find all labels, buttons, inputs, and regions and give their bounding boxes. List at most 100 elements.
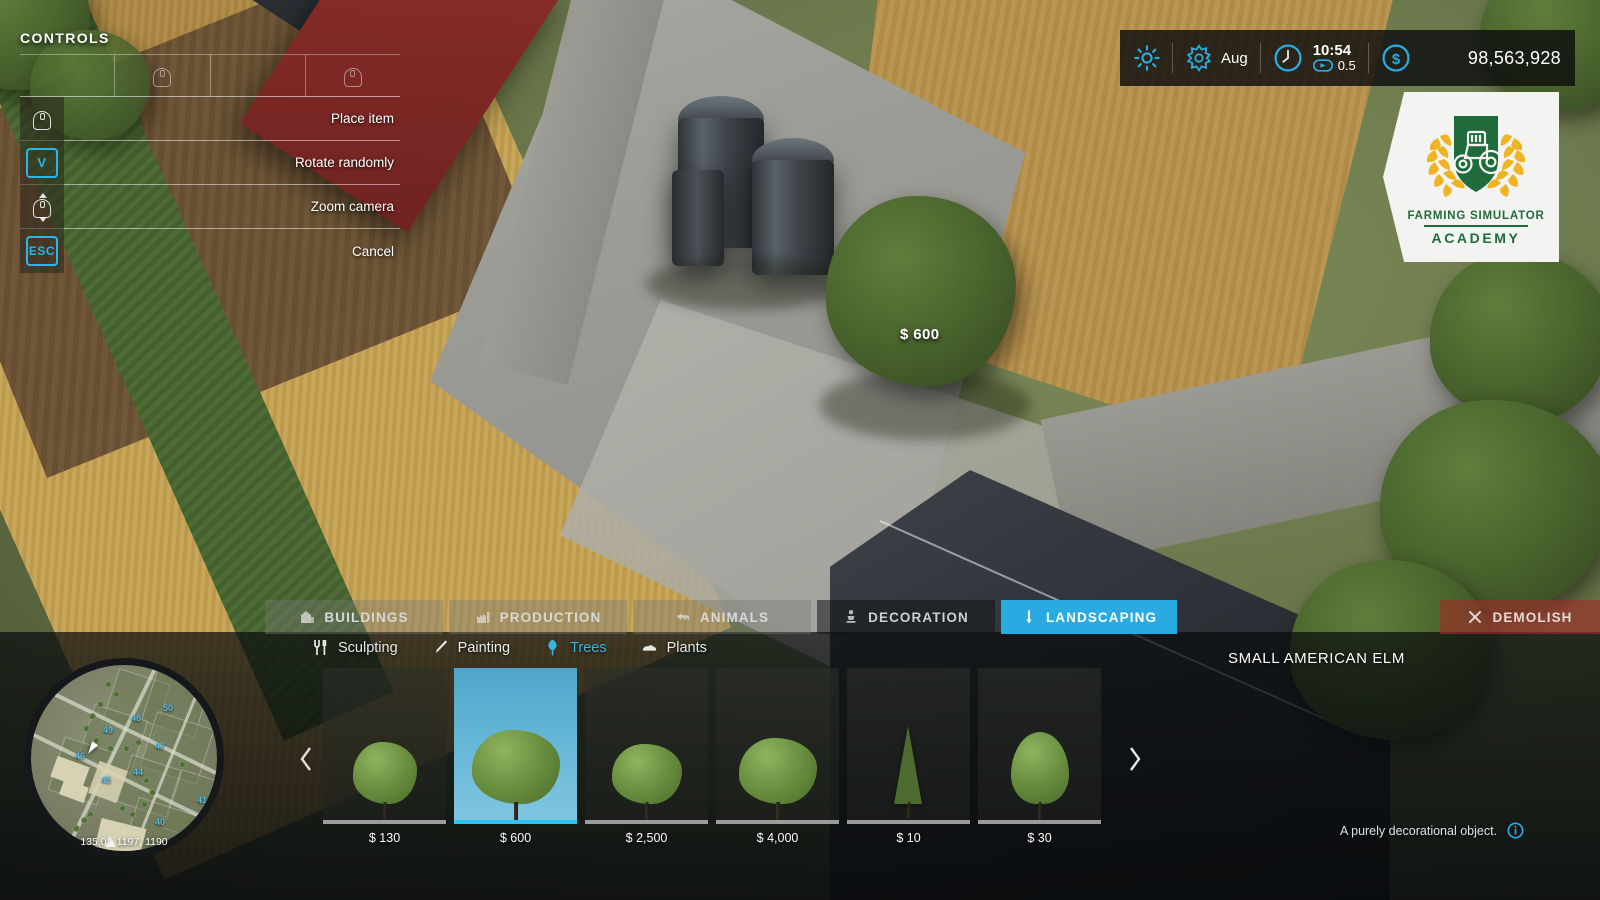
item-description-text: A purely decorational object. xyxy=(1340,823,1498,838)
minimap-tree xyxy=(73,825,80,832)
tab-animals-label: ANIMALS xyxy=(699,609,770,625)
tab-landscaping[interactable]: LANDSCAPING xyxy=(1001,600,1177,634)
landscaping-icon xyxy=(1026,610,1032,624)
control-label-zoom-camera: Zoom camera xyxy=(310,199,394,214)
carousel-item[interactable]: $ 130 xyxy=(323,668,446,845)
carousel-next-button[interactable] xyxy=(1117,668,1150,850)
subtab-plants[interactable]: Plants xyxy=(641,638,707,657)
subtab-trees-label: Trees xyxy=(570,639,607,656)
small-tree-thumb xyxy=(323,668,446,820)
minimap-tree xyxy=(129,811,136,818)
control-key-v: V xyxy=(20,140,64,185)
tree-item-carousel: $ 130 $ 600 $ 2,500 $ 4,000 $ 10 $ 30 xyxy=(290,668,1150,850)
subtab-painting[interactable]: Painting xyxy=(432,638,510,657)
hud-money-value: 98,563,928 xyxy=(1467,47,1561,68)
controls-top-cell-1 xyxy=(20,55,116,96)
tab-decoration[interactable]: DECORATION xyxy=(817,600,995,634)
tab-buildings-label: BUILDINGS xyxy=(324,609,409,625)
control-row-cancel: ESC Cancel xyxy=(20,229,400,273)
academy-logo-line1: FARMING SIMULATOR xyxy=(1407,210,1545,223)
carousel-item-underline xyxy=(847,820,970,824)
controls-panel-title: CONTROLS xyxy=(20,30,110,46)
minimap-circle: 50 48 49 47 46 44 45 41 40 xyxy=(24,658,224,858)
paint-brush-icon xyxy=(435,640,447,653)
mouse-left-click-icon xyxy=(32,107,52,131)
minimap-field-number: 45 xyxy=(101,775,112,785)
carousel-item-underline xyxy=(716,820,839,824)
carousel-prev-button[interactable] xyxy=(290,668,323,850)
hud-divider-2 xyxy=(1259,43,1261,73)
control-row-zoom-camera: Zoom camera xyxy=(20,184,400,229)
american-elm-thumb xyxy=(454,668,577,820)
minimap-field-number: 40 xyxy=(155,817,166,827)
minimap-tree xyxy=(105,681,112,688)
minimap-tree xyxy=(149,789,156,796)
minimap[interactable]: 50 48 49 47 46 44 45 41 40 xyxy=(24,658,224,858)
game-screen: $ 600 CONTROLS Place item V Rotate rando… xyxy=(0,0,1600,900)
bush-icon xyxy=(642,645,656,651)
minimap-field-number: 50 xyxy=(163,703,174,713)
subtab-sculpting[interactable]: Sculpting xyxy=(312,638,398,657)
info-circle-icon[interactable] xyxy=(1507,822,1524,839)
carousel-item[interactable]: $ 30 xyxy=(978,668,1101,845)
item-info-panel: SMALL AMERICAN ELM xyxy=(1228,650,1588,667)
tab-demolish-label: DEMOLISH xyxy=(1492,609,1573,625)
dollar-icon: $ xyxy=(1382,44,1410,72)
minimap-tree xyxy=(143,777,150,784)
clock-icon xyxy=(1274,44,1302,72)
season-sun-icon xyxy=(1186,44,1212,72)
control-label-cancel: Cancel xyxy=(351,243,394,259)
tractor-shield-wheat-icon xyxy=(1426,116,1526,198)
academy-logo-line2: ACADEMY xyxy=(1431,229,1521,246)
hud-clock-value: 10:54 xyxy=(1312,42,1352,60)
tab-buildings[interactable]: BUILDINGS xyxy=(265,600,443,634)
control-row-rotate-randomly: V Rotate randomly xyxy=(20,140,400,185)
controls-list: Place item V Rotate randomly Zoom camera xyxy=(20,54,400,273)
controls-top-cell-3 xyxy=(211,55,306,96)
control-row-place-item: Place item xyxy=(20,96,400,141)
control-key-mouse-left xyxy=(20,96,64,141)
carousel-item[interactable]: $ 4,000 xyxy=(716,668,839,845)
mouse-icon xyxy=(152,64,172,88)
academy-logo-watermark: FARMING SIMULATOR ACADEMY xyxy=(1383,92,1559,262)
medium-tree-thumb xyxy=(585,668,708,820)
minimap-tree xyxy=(113,691,120,698)
mouse-icon xyxy=(343,64,363,88)
minimap-tree xyxy=(107,745,114,752)
subtab-painting-label: Painting xyxy=(457,639,511,656)
landscaping-subtabs: Sculpting Painting Trees Plants xyxy=(312,638,707,657)
hud-divider-1 xyxy=(1172,43,1173,73)
academy-logo-divider xyxy=(1424,225,1528,227)
decoration-icon xyxy=(846,610,856,623)
production-icon xyxy=(476,612,490,623)
svg-text:$: $ xyxy=(1392,51,1401,68)
buildings-icon xyxy=(301,611,315,623)
minimap-field-number: 44 xyxy=(133,767,144,777)
hud-season: Aug xyxy=(1185,44,1248,72)
minimap-tree xyxy=(81,817,88,824)
tab-animals[interactable]: ANIMALS xyxy=(633,600,811,634)
tab-production[interactable]: PRODUCTION xyxy=(449,600,627,634)
keyboard-key-v-icon: V xyxy=(26,147,58,178)
carousel-item[interactable]: $ 10 xyxy=(847,668,970,845)
silo-machinery xyxy=(672,170,724,266)
control-label-place-item: Place item xyxy=(330,111,394,126)
carousel-item[interactable]: $ 2,500 xyxy=(585,668,708,845)
carousel-item-price: $ 2,500 xyxy=(625,831,668,845)
subtab-trees[interactable]: Trees xyxy=(544,638,607,657)
sculpting-tools-icon xyxy=(314,640,327,655)
mouse-scroll-wheel-icon xyxy=(32,192,52,222)
sun-icon xyxy=(1134,45,1160,71)
thin-birch-thumb xyxy=(978,668,1101,820)
sapling-thumb xyxy=(847,668,970,820)
carousel-item-price: $ 10 xyxy=(896,831,921,845)
subtab-sculpting-label: Sculpting xyxy=(338,639,398,656)
carousel-item-price: $ 30 xyxy=(1027,831,1052,845)
minimap-tree xyxy=(123,745,130,752)
carousel-item-price: $ 4,000 xyxy=(756,831,799,845)
carousel-item-selected[interactable]: $ 600 xyxy=(454,668,577,845)
control-key-esc: ESC xyxy=(20,229,64,273)
tab-demolish[interactable]: DEMOLISH xyxy=(1440,600,1600,634)
carousel-tiles: $ 130 $ 600 $ 2,500 $ 4,000 $ 10 $ 30 xyxy=(323,668,1101,845)
hud-divider-3 xyxy=(1367,43,1369,73)
